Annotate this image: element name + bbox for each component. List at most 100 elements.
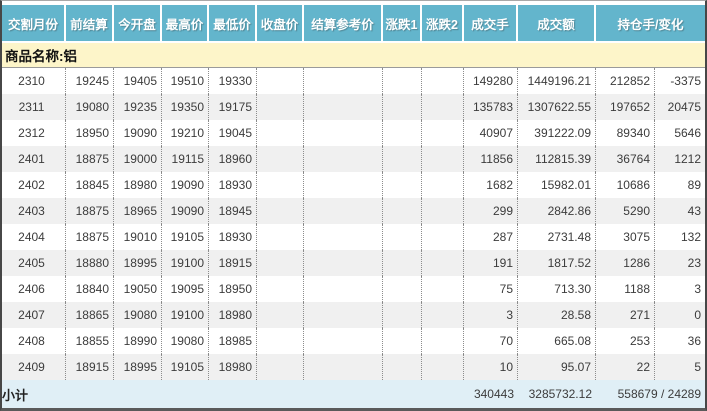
table-row: 240218845189801909018930168215982.011068… [2,172,705,198]
col-header-change1: 涨跌1 [383,5,422,43]
cell-change1 [383,250,422,276]
cell-close [257,198,304,224]
cell-settle_ref [304,354,383,380]
cell-volume: 10 [464,354,518,380]
cell-oi_change: 3 [655,276,705,302]
cell-prev_settle: 19245 [66,68,114,94]
cell-volume: 1682 [464,172,518,198]
cell-month: 2401 [2,146,66,172]
cell-turnover: 1817.52 [518,250,596,276]
col-header-close: 收盘价 [257,5,304,43]
col-header-delivery-month: 交割月份 [2,5,66,43]
cell-change1 [383,354,422,380]
cell-change2 [422,328,464,354]
cell-turnover: 28.58 [518,302,596,328]
cell-settle_ref [304,120,383,146]
cell-change2 [422,94,464,120]
table-row: 2404188751901019105189302872731.48307513… [2,224,705,250]
cell-oi_change: 89 [655,172,705,198]
cell-close [257,146,304,172]
cell-month: 2405 [2,250,66,276]
cell-change1 [383,302,422,328]
cell-low: 18945 [209,198,257,224]
table-row: 24061884019050190951895075713.3011883 [2,276,705,302]
cell-turnover: 2842.86 [518,198,596,224]
cell-high: 19090 [162,172,209,198]
cell-high: 19105 [162,354,209,380]
cell-open_interest: 5290 [596,198,655,224]
cell-month: 2408 [2,328,66,354]
cell-settle_ref [304,276,383,302]
cell-change2 [422,146,464,172]
cell-low: 18960 [209,146,257,172]
cell-high: 19115 [162,146,209,172]
table-row: 240718865190801910018980328.582710 [2,302,705,328]
cell-change1 [383,94,422,120]
cell-prev_settle: 18845 [66,172,114,198]
cell-month: 2409 [2,354,66,380]
col-header-volume: 成交手 [464,5,518,43]
cell-oi_change: 132 [655,224,705,250]
cell-open_interest: 253 [596,328,655,354]
cell-volume: 3 [464,302,518,328]
cell-close [257,120,304,146]
cell-high: 19105 [162,224,209,250]
cell-change1 [383,146,422,172]
col-header-change2: 涨跌2 [422,5,464,43]
table-header: 交割月份 前结算 今开盘 最高价 最低价 收盘价 结算参考价 涨跌1 涨跌2 成… [2,5,705,43]
cell-low: 18980 [209,354,257,380]
cell-open: 18995 [114,250,162,276]
table-row: 2311190801923519350191751357831307622.55… [2,94,705,120]
cell-low: 18930 [209,224,257,250]
cell-prev_settle: 18875 [66,146,114,172]
cell-low: 18980 [209,302,257,328]
cell-oi_change: 20475 [655,94,705,120]
cell-high: 19100 [162,302,209,328]
cell-high: 19080 [162,328,209,354]
subtotal-section: 小计 340443 3285732.12 558679 / 24289 [2,380,705,408]
col-header-high: 最高价 [162,5,209,43]
cell-turnover: 713.30 [518,276,596,302]
cell-prev_settle: 19080 [66,94,114,120]
cell-change2 [422,172,464,198]
cell-close [257,302,304,328]
cell-oi_change: 5 [655,354,705,380]
cell-prev_settle: 18915 [66,354,114,380]
cell-low: 18915 [209,250,257,276]
subtotal-volume: 340443 [464,380,518,408]
subtotal-turnover: 3285732.12 [518,380,596,408]
col-header-prev-settle: 前结算 [66,5,114,43]
table-row: 23121895019090192101904540907391222.0989… [2,120,705,146]
cell-open_interest: 1286 [596,250,655,276]
cell-close [257,224,304,250]
cell-settle_ref [304,68,383,94]
cell-open: 19080 [114,302,162,328]
cell-close [257,276,304,302]
cell-volume: 11856 [464,146,518,172]
product-name-label: 商品名称:铝 [2,43,705,68]
cell-open_interest: 89340 [596,120,655,146]
cell-volume: 149280 [464,68,518,94]
cell-change2 [422,276,464,302]
cell-low: 18950 [209,276,257,302]
cell-change2 [422,68,464,94]
cell-change1 [383,68,422,94]
cell-close [257,250,304,276]
cell-change2 [422,302,464,328]
cell-open: 18990 [114,328,162,354]
cell-open_interest: 271 [596,302,655,328]
cell-month: 2312 [2,120,66,146]
col-header-open: 今开盘 [114,5,162,43]
cell-settle_ref [304,146,383,172]
subtotal-label: 小计 [2,380,464,408]
table-row: 2310192451940519510193301492801449196.21… [2,68,705,94]
cell-high: 19100 [162,250,209,276]
cell-open_interest: 212852 [596,68,655,94]
cell-turnover: 15982.01 [518,172,596,198]
cell-settle_ref [304,198,383,224]
cell-settle_ref [304,302,383,328]
cell-prev_settle: 18875 [66,224,114,250]
product-row: 商品名称:铝 [2,43,705,68]
cell-turnover: 2731.48 [518,224,596,250]
cell-month: 2406 [2,276,66,302]
